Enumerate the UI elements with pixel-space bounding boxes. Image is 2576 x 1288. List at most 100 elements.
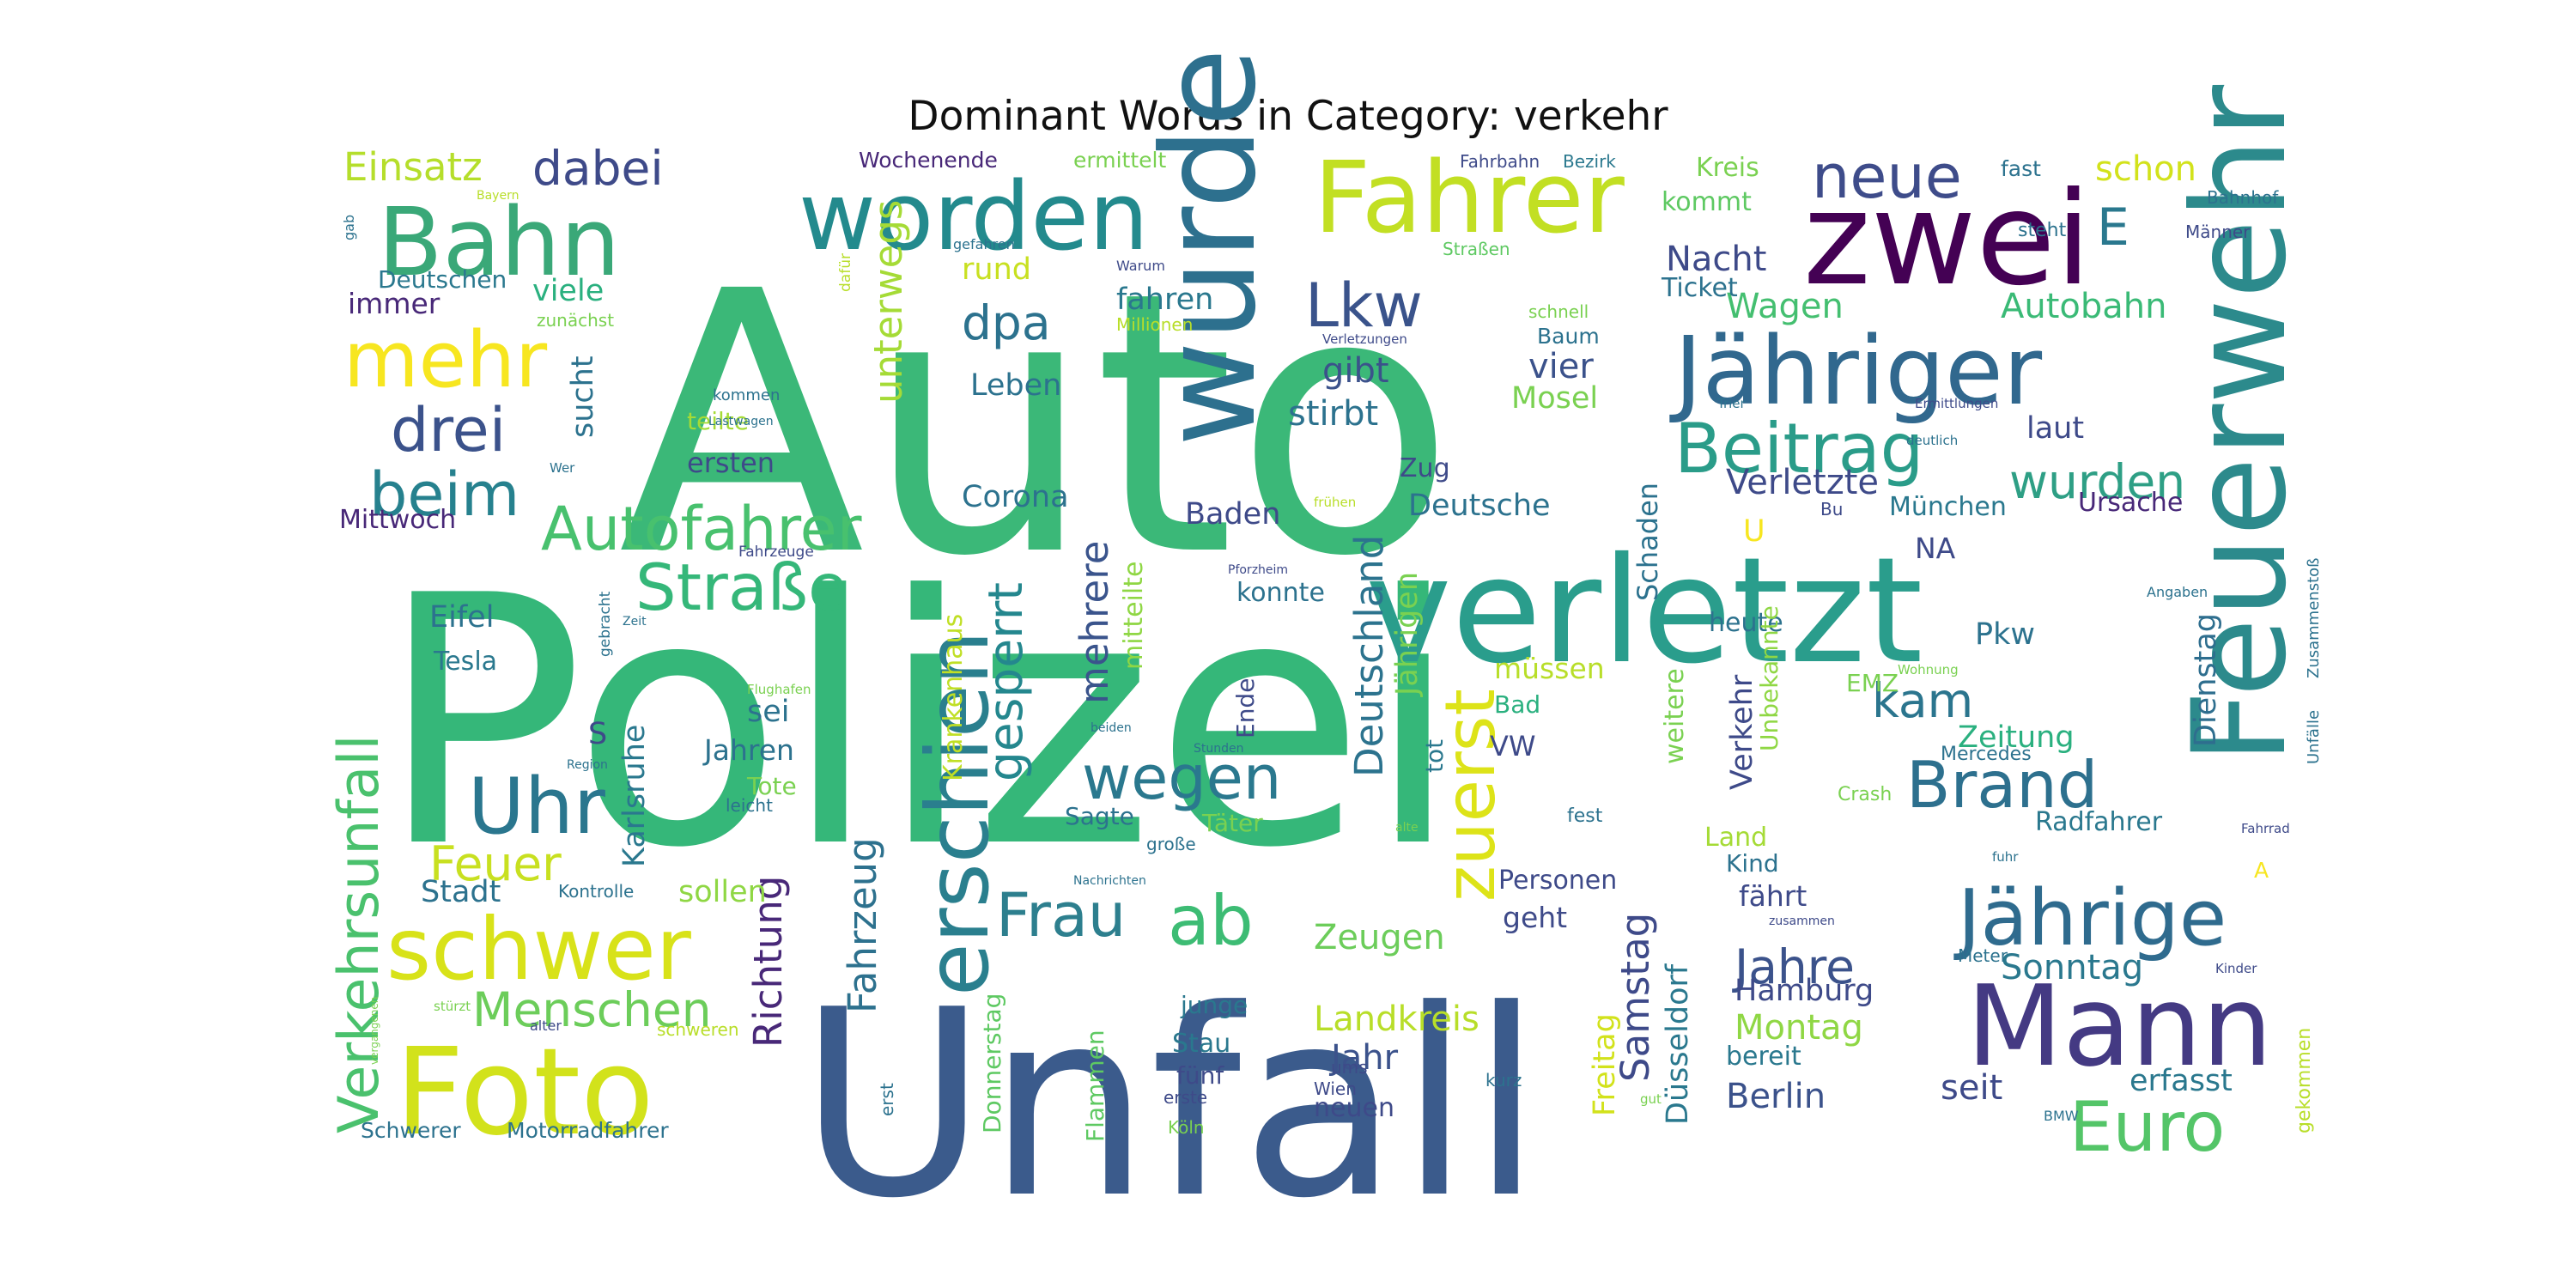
word-mosel: Mosel (1511, 381, 1598, 416)
word-gebracht: gebracht (597, 591, 614, 657)
word-gesperrt: gesperrt (978, 582, 1033, 781)
word-deutschland: Deutschland (1346, 535, 1392, 777)
word-mittwoch: Mittwoch (339, 505, 456, 535)
word-funf: fünf (1176, 1061, 1224, 1090)
word-grosse: große (1146, 834, 1196, 854)
word-fahrbahn: Fahrbahn (1460, 151, 1540, 172)
word-dafur: dafür (837, 253, 854, 292)
word-pforzheim: Pforzheim (1228, 563, 1288, 577)
word-ermittlungen: Ermittlungen (1915, 396, 1998, 411)
word-schweren: schweren (657, 1019, 739, 1040)
word-weitere: weitere (1660, 668, 1690, 764)
word-bad: Bad (1494, 690, 1540, 719)
word-kurz: kurz (1485, 1070, 1522, 1091)
word-trier: Trier (1716, 396, 1747, 411)
word-munchen: München (1889, 492, 2007, 522)
word-e: E (2097, 197, 2129, 258)
word-sucht: sucht (566, 355, 600, 438)
word-mehrere: mehrere (1072, 541, 1117, 704)
word-corona: Corona (962, 480, 1069, 514)
word-personen: Personen (1498, 866, 1617, 896)
word-lkw: Lkw (1305, 270, 1423, 341)
word-bayern: Bayern (477, 189, 519, 203)
word-sturzt: stürzt (434, 999, 471, 1014)
word-lastwagen: Lastwagen (708, 415, 774, 428)
word-manner: Männer (2185, 222, 2251, 242)
word-junge: junge (1180, 991, 1248, 1019)
word-ursache: Ursache (2078, 488, 2183, 518)
word-viele: viele (532, 274, 604, 308)
word-stunden: Stunden (1194, 742, 1244, 756)
word-mitteilte: mitteilte (1119, 562, 1149, 670)
word-tesla: Tesla (433, 647, 497, 677)
word-fahrt: fährt (1739, 879, 1807, 913)
word-zusammenstoss: Zusammenstoß (2305, 558, 2323, 678)
word-cloud: PolizeiAutoUnfallverletztwurde Feuerwehrz… (327, 48, 2323, 1255)
word-mussen: müssen (1494, 652, 1605, 685)
word-kommt: kommt (1662, 187, 1752, 217)
word-krankenhaus: Krankenhaus (939, 614, 969, 781)
word-koln: Köln (1168, 1117, 1205, 1138)
word-fahrrad: Fahrrad (2241, 821, 2290, 836)
word-fahrzeug: Fahrzeug (840, 837, 885, 1013)
word-euro: Euro (2069, 1087, 2225, 1167)
word-zug: Zug (1400, 453, 1450, 483)
word-bu: Bu (1820, 499, 1843, 519)
word-sonntag: Sonntag (2001, 948, 2143, 987)
word-a: A (2254, 858, 2269, 883)
word-mehr: mehr (343, 315, 547, 405)
word-na: NA (1915, 532, 1956, 565)
word-crash: Crash (1838, 784, 1892, 805)
word-millionen: Millionen (1116, 314, 1193, 335)
word-leicht: leicht (726, 795, 773, 816)
word-schnell: schnell (1528, 301, 1589, 322)
word-wohnung: Wohnung (1898, 662, 1959, 677)
word-gibt: gibt (1322, 351, 1389, 391)
word-zunachst: zunächst (537, 310, 614, 331)
word-frau: Frau (996, 880, 1126, 951)
word-vergangenen: vergangenen (368, 997, 380, 1065)
word-tot: tot (1420, 739, 1449, 773)
word-berlin: Berlin (1726, 1077, 1826, 1116)
word-dabei: dabei (532, 141, 664, 196)
word-zeugen: Zeugen (1314, 918, 1445, 957)
word-seit: seit (1941, 1068, 2002, 1108)
word-zusammen: zusammen (1769, 914, 1835, 928)
word-angaben: Angaben (2147, 584, 2208, 600)
word-hamburg: Hamburg (1735, 974, 1874, 1008)
word-vw: VW (1490, 730, 1536, 762)
word-schwerer: Schwerer (361, 1118, 461, 1143)
word-erfasst: erfasst (2129, 1064, 2233, 1098)
word-bahnhof: Bahnhof (2207, 187, 2279, 208)
word-fruhen: frühen (1314, 495, 1356, 510)
word-verletzungen: Verletzungen (1322, 331, 1407, 347)
word-rund: rund (962, 252, 1031, 287)
word-bmw: BMW (2044, 1108, 2079, 1124)
word-landkreis: Landkreis (1314, 999, 1479, 1039)
word-geht: geht (1503, 901, 1567, 934)
word-fahrzeuge: Fahrzeuge (738, 544, 814, 561)
word-unfalle: Unfälle (2305, 710, 2323, 764)
word-tater: Täter (1201, 809, 1263, 837)
word-freitag: Freitag (1588, 1013, 1622, 1116)
word-flughafen: Flughafen (747, 682, 811, 697)
word-jahrigen: Jährigen (1390, 572, 1425, 697)
word-gab: gab (341, 215, 357, 240)
word-verkehr: Verkehr (1725, 674, 1759, 790)
word-konnte: konnte (1236, 578, 1325, 608)
word-fest: fest (1567, 805, 1603, 827)
word-dienstag: Dienstag (2189, 613, 2223, 747)
word-alte: alte (1395, 821, 1419, 835)
word-beiden: beiden (1091, 721, 1132, 735)
word-flammen: Flammen (1081, 1030, 1109, 1142)
word-deutschen: Deutschen (378, 265, 507, 294)
word-laut: laut (2026, 411, 2084, 446)
word-wagen: Wagen (1726, 287, 1844, 326)
word-kinder: Kinder (2215, 961, 2257, 976)
word-baum: Baum (1537, 324, 1600, 349)
word-schaden: Schaden (1631, 483, 1664, 601)
word-kind: Kind (1726, 849, 1779, 878)
word-ermittelt: ermittelt (1073, 148, 1166, 173)
word-nachrichten: Nachrichten (1073, 874, 1146, 888)
word-fast: fast (2001, 156, 2041, 181)
